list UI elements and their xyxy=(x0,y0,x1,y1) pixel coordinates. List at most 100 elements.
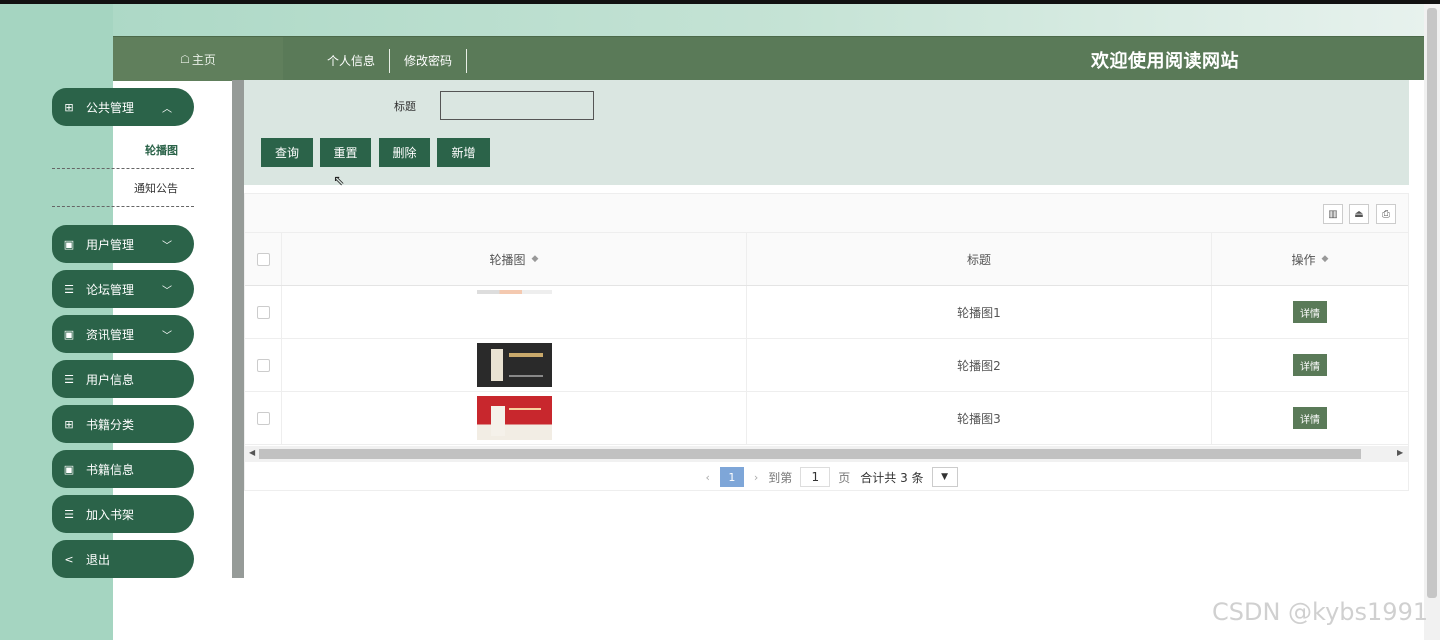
title-cell: 轮播图2 xyxy=(747,339,1212,391)
data-table: ▥ ⏏ ⎙ 轮播图 ◆ 标题 操作 ◆ 轮播图1 详情 轮播图2 详情 轮播图3… xyxy=(244,193,1409,491)
sidebar-item-user-management[interactable]: ▣ 用户管理 ﹀ xyxy=(52,225,194,263)
title-cell: 轮播图3 xyxy=(747,392,1212,444)
table-toolbar: ▥ ⏏ ⎙ xyxy=(245,194,1408,232)
column-header-label: 轮播图 xyxy=(489,252,526,267)
book-icon: ▣ xyxy=(63,237,75,251)
table-row: 轮播图1 详情 xyxy=(245,286,1408,339)
action-cell: 详情 xyxy=(1212,286,1408,338)
sidebar-item-user-info[interactable]: ☰ 用户信息 xyxy=(52,360,194,398)
home-label: 主页 xyxy=(191,52,216,67)
search-form: 标题 查询 重置 删除 新增 xyxy=(244,80,1409,185)
grid-icon: ⊞ xyxy=(64,100,74,114)
sidebar-item-news-management[interactable]: ▣ 资讯管理 ﹀ xyxy=(52,315,194,353)
checkbox-cell xyxy=(245,286,282,338)
sidebar-item-label: 退出 xyxy=(86,552,111,567)
sidebar-item-label: 资讯管理 xyxy=(86,327,135,342)
table-row: 轮播图3 详情 xyxy=(245,392,1408,445)
prev-page-icon[interactable]: ‹ xyxy=(705,471,709,484)
chevron-down-icon: ﹀ xyxy=(162,240,172,252)
sidebar-item-label: 书籍分类 xyxy=(86,417,135,432)
sort-icon[interactable]: ◆ xyxy=(1322,254,1329,264)
sidebar-item-logout[interactable]: < 退出 xyxy=(52,540,194,578)
list-icon: ☰ xyxy=(64,507,74,521)
total-count: 合计共 3 条 xyxy=(860,470,924,485)
share-icon: < xyxy=(64,552,74,566)
chevron-down-icon: ﹀ xyxy=(162,285,172,297)
delete-button[interactable]: 删除 xyxy=(379,138,430,167)
book-icon: ▣ xyxy=(63,327,75,341)
scroll-left-icon[interactable]: ◀ xyxy=(249,448,255,457)
action-cell: 详情 xyxy=(1212,392,1408,444)
sidebar-item-bookshelf[interactable]: ☰ 加入书架 xyxy=(52,495,194,533)
sidebar-subitem-announcement[interactable]: 通知公告 xyxy=(52,169,194,207)
sidebar-divider xyxy=(232,80,244,578)
column-header-action[interactable]: 操作 ◆ xyxy=(1212,233,1408,285)
mouse-cursor-icon: ⇖ xyxy=(333,173,345,189)
sidebar-item-public-management[interactable]: ⊞ 公共管理 ︿ xyxy=(52,88,194,126)
table-scrollbar-thumb[interactable] xyxy=(259,449,1361,459)
grid-icon: ⊞ xyxy=(64,417,74,431)
column-header-label: 操作 xyxy=(1291,252,1316,267)
column-header-image[interactable]: 轮播图 ◆ xyxy=(282,233,747,285)
sidebar-item-book-info[interactable]: ▣ 书籍信息 xyxy=(52,450,194,488)
current-page[interactable]: 1 xyxy=(719,467,744,487)
query-button[interactable]: 查询 xyxy=(261,138,313,167)
sidebar-item-label: 用户信息 xyxy=(86,372,135,387)
sidebar-item-book-category[interactable]: ⊞ 书籍分类 xyxy=(52,405,194,443)
title-label: 标题 xyxy=(394,100,416,113)
print-icon[interactable]: ⎙ xyxy=(1376,204,1396,224)
home-icon: ☖ xyxy=(180,52,190,66)
top-header: ☖ 主页 个人信息 修改密码 欢迎使用阅读网站 xyxy=(113,36,1424,81)
sidebar-item-label: 书籍信息 xyxy=(86,462,135,477)
add-button[interactable]: 新增 xyxy=(437,138,490,167)
title-input[interactable] xyxy=(440,91,594,120)
detail-button[interactable]: 详情 xyxy=(1293,301,1327,323)
table-header: 轮播图 ◆ 标题 操作 ◆ xyxy=(245,232,1408,286)
chevron-down-icon: ﹀ xyxy=(162,330,172,342)
book-icon: ▣ xyxy=(63,462,75,476)
window-top-edge xyxy=(0,0,1440,4)
nav-change-password[interactable]: 修改密码 xyxy=(390,49,468,73)
site-title: 欢迎使用阅读网站 xyxy=(1091,51,1239,72)
detail-button[interactable]: 详情 xyxy=(1293,407,1327,429)
action-cell: 详情 xyxy=(1212,339,1408,391)
row-checkbox[interactable] xyxy=(256,358,270,372)
sidebar-item-label: 公共管理 xyxy=(86,100,135,115)
export-icon[interactable]: ⏏ xyxy=(1349,204,1369,224)
list-icon: ☰ xyxy=(64,282,74,296)
image-cell xyxy=(282,392,747,444)
table-row: 轮播图2 详情 xyxy=(245,339,1408,392)
watermark: CSDN @kybs1991 xyxy=(1212,598,1429,626)
page-unit-label: 页 xyxy=(838,470,851,485)
image-cell xyxy=(282,339,747,391)
next-page-icon[interactable]: › xyxy=(754,471,758,484)
sidebar-item-label: 用户管理 xyxy=(86,237,135,252)
checkbox-cell xyxy=(245,339,282,391)
page-scrollbar-thumb[interactable] xyxy=(1427,8,1437,598)
image-cell xyxy=(282,286,747,338)
scroll-right-icon[interactable]: ▶ xyxy=(1397,448,1403,457)
select-all-checkbox[interactable] xyxy=(256,252,270,266)
columns-icon[interactable]: ▥ xyxy=(1323,204,1343,224)
chevron-up-icon: ︿ xyxy=(162,103,172,115)
detail-button[interactable]: 详情 xyxy=(1293,354,1327,376)
header-checkbox-cell xyxy=(245,233,282,285)
row-checkbox[interactable] xyxy=(256,411,270,425)
title-cell: 轮播图1 xyxy=(747,286,1212,338)
goto-label: 到第 xyxy=(768,470,793,485)
sidebar-item-forum-management[interactable]: ☰ 论坛管理 ﹀ xyxy=(52,270,194,308)
table-horizontal-scrollbar[interactable]: ◀ ▶ xyxy=(245,446,1408,462)
row-checkbox[interactable] xyxy=(256,305,270,319)
column-header-title: 标题 xyxy=(747,233,1212,285)
page-size-select[interactable]: ▼ xyxy=(931,467,958,487)
sidebar-item-label: 加入书架 xyxy=(86,507,135,522)
home-link[interactable]: ☖ 主页 xyxy=(113,37,283,81)
goto-page-input[interactable]: 1 xyxy=(800,467,831,487)
sidebar-subitem-carousel[interactable]: 轮播图 xyxy=(52,131,194,169)
banner-image-2 xyxy=(476,343,552,387)
reset-button[interactable]: 重置 xyxy=(320,138,371,167)
chevron-down-icon: ▼ xyxy=(941,472,948,482)
sort-icon[interactable]: ◆ xyxy=(532,254,539,264)
nav-personal-info[interactable]: 个人信息 xyxy=(313,49,391,73)
list-icon: ☰ xyxy=(64,372,74,386)
